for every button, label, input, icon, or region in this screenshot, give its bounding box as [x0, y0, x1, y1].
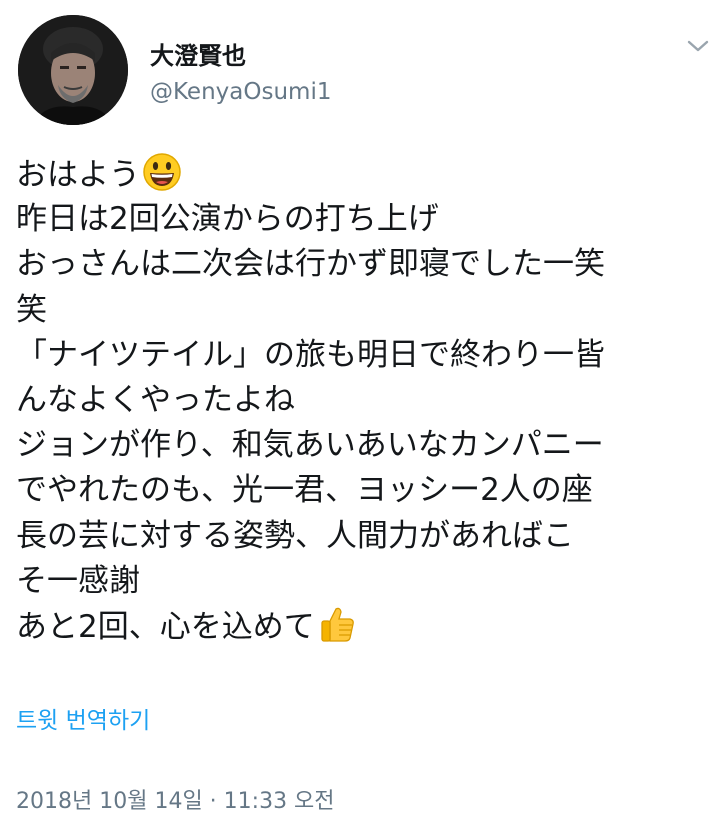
tweet-timestamp[interactable]: 2018년 10월 14일 · 11:33 오전: [16, 791, 335, 813]
tweet-line: そ一感謝: [16, 562, 140, 599]
tweet-line: 笑: [16, 291, 47, 328]
tweet-line: ジョンが作り、和気あいあいなカンパニー: [16, 427, 604, 464]
tweet-line: でやれたのも、光一君、ヨッシー2人の座: [16, 472, 593, 509]
tweet-line: 長の芸に対する姿勢、人間力があればこ: [16, 517, 574, 554]
chevron-down-icon[interactable]: [686, 36, 710, 56]
translate-tweet-link[interactable]: 트윗 번역하기: [16, 710, 150, 733]
display-name[interactable]: 大澄賢也: [150, 44, 246, 68]
tweet-line: あと2回、心を込めて: [16, 604, 706, 649]
tweet-line: おっさんは二次会は行かず即寝でした一笑: [16, 246, 605, 283]
tweet-line: んなよくやったよね: [16, 381, 295, 418]
tweet-text: おはよう 昨日は2回公演からの打ち上げ おっさんは二次会は行かず即寝でした一笑 …: [16, 152, 706, 649]
tweet-line: 昨日は2回公演からの打ち上げ: [16, 201, 439, 238]
profile-photo: [18, 15, 128, 125]
tweet-line: 「ナイツテイル」の旅も明日で終わり一皆: [16, 336, 605, 373]
tweet-line: おはよう: [16, 152, 706, 197]
thumbs-up-emoji-icon: [317, 604, 357, 657]
user-handle[interactable]: @KenyaOsumi1: [150, 81, 331, 104]
avatar[interactable]: [18, 15, 128, 125]
